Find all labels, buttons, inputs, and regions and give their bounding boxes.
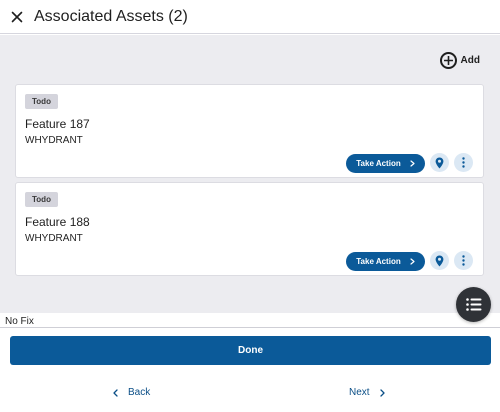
add-label: Add [460, 55, 480, 66]
header-bar: Associated Assets (2) [0, 0, 500, 34]
plus-circle-icon [439, 52, 457, 69]
asset-type: WHYDRANT [25, 135, 83, 146]
take-action-label: Take Action [356, 257, 401, 266]
chevron-left-icon [113, 388, 118, 397]
next-button[interactable]: Next [349, 387, 385, 398]
add-button[interactable]: Add [439, 52, 480, 69]
location-button[interactable] [430, 153, 449, 172]
next-label: Next [349, 387, 370, 398]
asset-title: Feature 188 [25, 215, 90, 229]
take-action-label: Take Action [356, 159, 401, 168]
more-options-button[interactable] [454, 251, 473, 270]
chevron-right-icon [410, 258, 415, 265]
take-action-button[interactable]: Take Action [346, 154, 425, 173]
asset-type: WHYDRANT [25, 233, 83, 244]
map-pin-icon [435, 157, 444, 168]
footer-divider [0, 327, 500, 328]
take-action-button[interactable]: Take Action [346, 252, 425, 271]
chevron-right-icon [410, 160, 415, 167]
map-pin-icon [435, 255, 444, 266]
gps-status-text: No Fix [5, 316, 34, 327]
close-button[interactable] [0, 0, 34, 34]
assets-content: Add Todo Feature 187 WHYDRANT Take Actio… [0, 35, 500, 313]
status-badge: Todo [25, 192, 58, 207]
status-badge: Todo [25, 94, 58, 109]
page-title: Associated Assets (2) [34, 7, 188, 25]
asset-card: Todo Feature 188 WHYDRANT Take Action [15, 182, 484, 276]
more-vertical-icon [462, 157, 465, 168]
more-options-button[interactable] [454, 153, 473, 172]
location-button[interactable] [430, 251, 449, 270]
list-view-button[interactable] [456, 287, 491, 322]
more-vertical-icon [462, 255, 465, 266]
done-button[interactable]: Done [10, 336, 491, 365]
back-label: Back [128, 387, 151, 398]
list-icon [465, 298, 481, 311]
chevron-right-icon [379, 388, 385, 397]
asset-card: Todo Feature 187 WHYDRANT Take Action [15, 84, 484, 178]
back-button[interactable]: Back [113, 387, 150, 398]
close-icon [11, 11, 23, 22]
asset-title: Feature 187 [25, 117, 90, 131]
